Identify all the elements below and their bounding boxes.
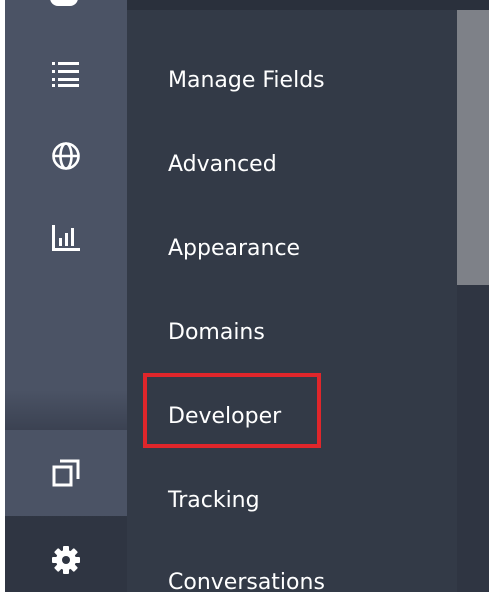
settings-navigation: Manage Fields Advanced Appearance Domain… bbox=[5, 0, 489, 592]
menu-item-label: Conversations bbox=[168, 569, 325, 592]
menu-item-label: Appearance bbox=[168, 235, 301, 261]
menu-item-manage-fields[interactable]: Manage Fields bbox=[168, 60, 325, 100]
menu-item-label: Manage Fields bbox=[168, 67, 325, 93]
rail-globe-button[interactable] bbox=[5, 120, 127, 192]
menu-item-conversations[interactable]: Conversations bbox=[168, 562, 325, 592]
menu-item-label: Advanced bbox=[168, 151, 277, 177]
rail-list-button[interactable] bbox=[5, 38, 127, 110]
rail-settings-button[interactable] bbox=[5, 528, 127, 592]
copy-window-icon bbox=[52, 459, 80, 487]
globe-icon bbox=[51, 141, 81, 171]
list-icon bbox=[52, 61, 80, 87]
submenu-top-border bbox=[127, 0, 457, 10]
rail-top-icon-fragment bbox=[50, 0, 78, 6]
settings-submenu: Manage Fields Advanced Appearance Domain… bbox=[127, 0, 457, 592]
scrollbar-thumb[interactable] bbox=[457, 10, 489, 285]
bar-chart-icon bbox=[51, 224, 81, 252]
gear-icon bbox=[52, 546, 80, 574]
menu-item-label: Domains bbox=[168, 319, 265, 345]
rail-analytics-button[interactable] bbox=[5, 202, 127, 274]
menu-item-label: Tracking bbox=[168, 487, 260, 513]
menu-item-tracking[interactable]: Tracking bbox=[168, 480, 260, 520]
icon-rail bbox=[5, 0, 127, 592]
menu-item-appearance[interactable]: Appearance bbox=[168, 228, 300, 268]
developer-highlight-box bbox=[143, 373, 321, 448]
rail-pages-button[interactable] bbox=[5, 430, 127, 516]
menu-item-advanced[interactable]: Advanced bbox=[168, 144, 277, 184]
menu-item-domains[interactable]: Domains bbox=[168, 312, 265, 352]
